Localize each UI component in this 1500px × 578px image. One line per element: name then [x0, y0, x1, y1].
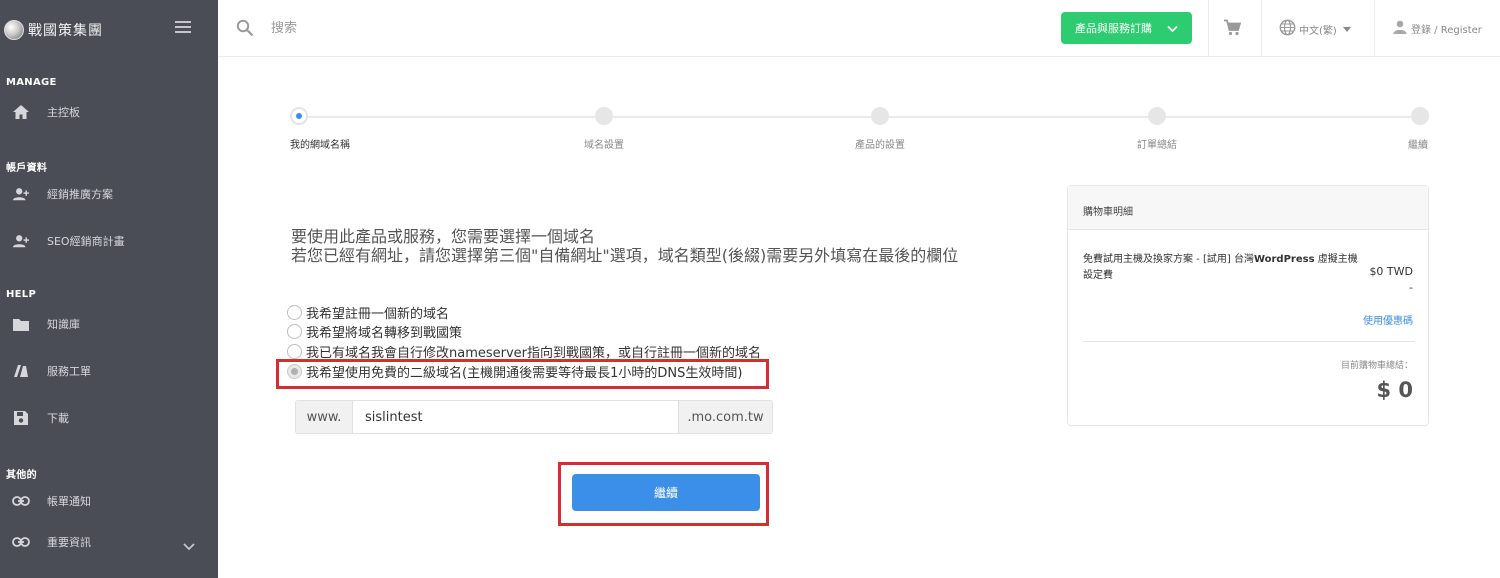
shopping-cart-icon[interactable]: [1223, 19, 1242, 40]
sidebar-item-label: 經銷推廣方案: [47, 188, 113, 201]
link-icon: [12, 533, 30, 551]
user-plus-icon: [12, 232, 30, 250]
sidebar-item-label: 主控板: [47, 106, 80, 119]
stepper-track: [298, 116, 1420, 118]
cart-item-name: 免費試用主機及換家方案 - [試用] 台灣WordPress 虛擬主機: [1083, 250, 1358, 265]
order-products-button[interactable]: 產品與服務訂購: [1061, 12, 1192, 44]
login-register-link[interactable]: 登錄 / Register: [1393, 20, 1482, 37]
cart-summary-panel: 購物車明細 免費試用主機及換家方案 - [試用] 台灣WordPress 虛擬主…: [1067, 185, 1429, 426]
save-icon: [12, 409, 30, 427]
step-indicator-1: [290, 107, 308, 125]
setup-fee-label: 設定費: [1083, 270, 1113, 281]
step-indicator-2: [595, 107, 613, 125]
step-label-5: 繼續: [1408, 140, 1428, 151]
divider: [1261, 0, 1262, 57]
sidebar-item-label: 知識庫: [47, 318, 80, 331]
login-label: 登錄 / Register: [1411, 25, 1482, 36]
step-label-4: 訂單總結: [1137, 140, 1177, 151]
radio-button[interactable]: [287, 304, 302, 320]
sidebar-item-dashboard[interactable]: 主控板: [0, 97, 218, 127]
promo-code-link[interactable]: 使用優惠碼: [1363, 312, 1413, 327]
chevron-down-icon: [1167, 23, 1178, 36]
language-label: 中文(繁): [1299, 25, 1337, 37]
folder-icon: [12, 315, 30, 333]
domain-input-group: www. .mo.com.tw: [295, 400, 773, 434]
section-label-manage: MANAGE: [6, 77, 57, 88]
step-indicator-4: [1148, 107, 1166, 125]
logo-text: 戰國策集團: [28, 23, 103, 39]
sidebar-item-seo-reseller[interactable]: SEO經銷商計畫: [0, 226, 218, 256]
step-indicator-3: [871, 107, 889, 125]
sidebar-item-label: 下載: [47, 412, 69, 425]
sidebar-item-affiliate[interactable]: 經銷推廣方案: [0, 179, 218, 209]
user-icon: [1393, 20, 1407, 37]
sidebar-item-tickets[interactable]: 服務工單: [0, 356, 218, 386]
order-products-label: 產品與服務訂購: [1075, 22, 1152, 35]
cart-item-bold: WordPress: [1253, 254, 1315, 265]
domain-prefix: www.: [296, 401, 353, 433]
ticket-icon: [12, 362, 30, 380]
option-transfer-domain[interactable]: 我希望將域名轉移到戰國策: [287, 322, 463, 341]
sidebar-item-label: 服務工單: [47, 365, 91, 378]
hamburger-menu-icon[interactable]: [175, 21, 191, 33]
setup-fee-value: $0 TWD: [1369, 265, 1413, 278]
sidebar-item-label: 重要資訊: [47, 536, 91, 549]
sidebar-item-downloads[interactable]: 下載: [0, 403, 218, 433]
page-subheading: 若您已經有網址，請您選擇第三個"自備網址"選項，域名類型(後綴)需要另外填寫在最…: [291, 246, 959, 265]
divider: [1374, 0, 1375, 57]
divider: [1208, 0, 1209, 57]
continue-button[interactable]: 繼續: [572, 474, 760, 511]
option-label: 我希望註冊一個新的域名: [306, 306, 450, 322]
user-plus-icon: [12, 185, 30, 203]
step-label-3: 產品的設置: [855, 140, 905, 151]
cart-item-suffix: 虛擬主機: [1314, 254, 1358, 265]
chevron-down-icon[interactable]: [183, 536, 195, 555]
sidebar-item-label: 帳單通知: [47, 495, 91, 508]
subdomain-input[interactable]: [353, 401, 678, 433]
cart-summary-title: 購物車明細: [1068, 186, 1428, 230]
home-icon: [12, 103, 30, 121]
step-label-1: 我的網域名稱: [290, 140, 350, 151]
cart-item-dash: -: [1409, 281, 1413, 294]
globe-icon: [1279, 19, 1296, 39]
option-label: 我希望將域名轉移到戰國策: [306, 325, 463, 341]
search-icon[interactable]: [236, 19, 254, 41]
topbar: 產品與服務訂購 中文(繁) 登錄 / Register: [218, 0, 1500, 57]
link-icon: [12, 492, 30, 510]
divider: [1083, 341, 1415, 342]
sidebar-item-knowledgebase[interactable]: 知識庫: [0, 309, 218, 339]
option-own-domain[interactable]: 我已有域名我會自行修改nameserver指向到戰國策，或自行註冊一個新的域名: [287, 342, 762, 361]
radio-button[interactable]: [287, 323, 302, 339]
sidebar-item-important-info[interactable]: 重要資訊: [0, 527, 218, 557]
cart-total-label: 目前購物車總結：: [1340, 361, 1413, 371]
radio-button[interactable]: [287, 343, 302, 359]
option-register-new-domain[interactable]: 我希望註冊一個新的域名: [287, 303, 450, 322]
logo-icon: [4, 20, 24, 40]
sidebar: 戰國策集團 MANAGE 主控板 帳戶資料 經銷推廣方案 SEO經銷商計畫 HE…: [0, 0, 218, 578]
section-label-account: 帳戶資料: [6, 163, 48, 174]
section-label-other: 其他的: [6, 470, 37, 481]
language-selector[interactable]: 中文(繁): [1279, 19, 1351, 39]
cart-item-prefix: 免費試用主機及換家方案 - [試用] 台灣: [1083, 254, 1254, 265]
step-indicator-5: [1411, 107, 1429, 125]
sidebar-item-billing-notice[interactable]: 帳單通知: [0, 486, 218, 516]
caret-down-icon: [1342, 26, 1351, 32]
step-label-2: 域名設置: [584, 140, 624, 151]
section-label-help: HELP: [6, 289, 37, 300]
option-label: 我已有域名我會自行修改nameserver指向到戰國策，或自行註冊一個新的域名: [306, 345, 762, 361]
cart-total-value: $ 0: [1376, 378, 1413, 402]
domain-suffix: .mo.com.tw: [678, 401, 772, 433]
logo[interactable]: 戰國策集團: [4, 16, 103, 44]
search-input[interactable]: [271, 17, 571, 39]
highlight-annotation-option: [276, 359, 769, 389]
sidebar-item-label: SEO經銷商計畫: [47, 235, 125, 248]
